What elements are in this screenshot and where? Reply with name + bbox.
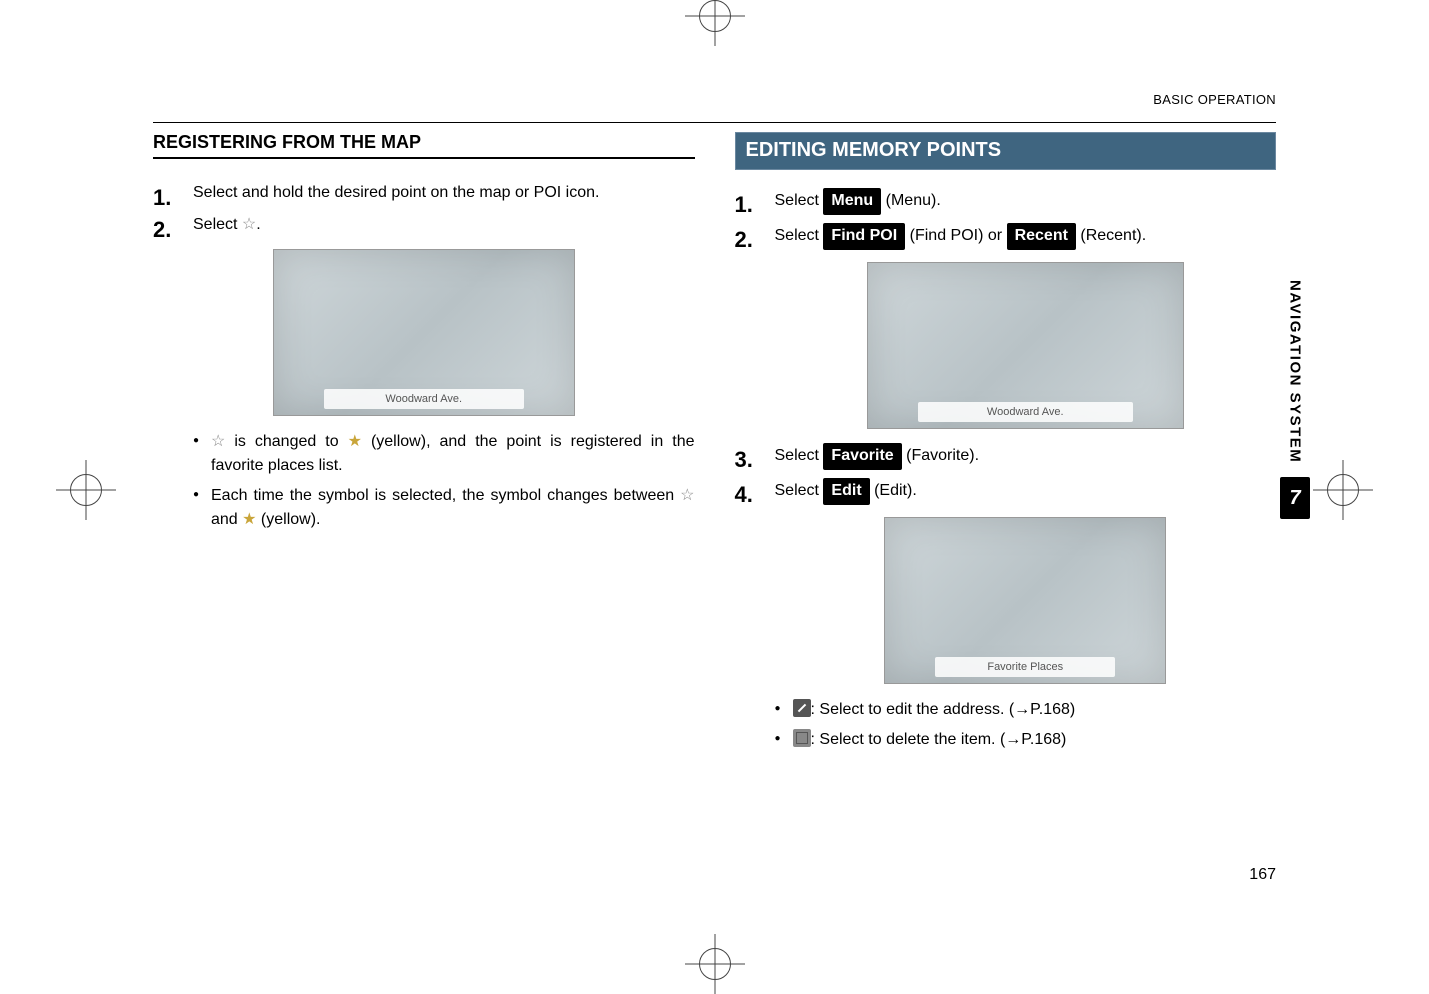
favorite-places-title: Favorite Places [935,657,1115,677]
crop-mark-top [685,0,745,32]
right-bullet-delete: : Select to delete the item. (→P.168) [775,728,1277,752]
right-step-2: Select Find POI (Find POI) or Recent (Re… [735,223,1277,429]
star-outline-icon: ☆ [242,217,256,233]
running-title: BASIC OPERATION [1153,92,1276,107]
left-column: REGISTERING FROM THE MAP Select and hold… [153,132,695,758]
right-section-heading: EDITING MEMORY POINTS [735,132,1277,170]
running-header: BASIC OPERATION [153,92,1276,123]
left-steps: Select and hold the desired point on the… [153,181,695,237]
favorite-places-screenshot: Favorite Places [884,517,1166,684]
page-number: 167 [1249,866,1276,884]
right-map-caption: Woodward Ave. [918,402,1133,422]
favorite-chip: Favorite [823,443,901,470]
left-step-2: Select ☆. [153,213,695,237]
left-subheading: REGISTERING FROM THE MAP [153,132,695,159]
right-map-screenshot: Woodward Ave. [867,262,1184,429]
crop-mark-left [70,474,102,506]
crop-mark-right [1327,474,1359,506]
right-step-1: Select Menu (Menu). [735,188,1277,215]
crop-mark-bottom [685,948,745,980]
left-bullet-1: ☆ is changed to ★ (yellow), and the poin… [193,430,695,478]
right-bullets: : Select to edit the address. (→P.168) :… [735,698,1277,752]
left-step-1: Select and hold the desired point on the… [153,181,695,205]
star-outline-icon: ☆ [211,434,225,450]
pencil-icon [793,699,811,717]
right-bullet-edit: : Select to edit the address. (→P.168) [775,698,1277,722]
page: BASIC OPERATION REGISTERING FROM THE MAP… [0,0,1429,980]
find-poi-chip: Find POI [823,223,905,250]
trash-icon [793,729,811,747]
side-tab-number: 7 [1280,477,1310,519]
right-steps: Select Menu (Menu). Select Find POI (Fin… [735,188,1277,684]
right-step-3: Select Favorite (Favorite). [735,443,1277,470]
content-columns: REGISTERING FROM THE MAP Select and hold… [153,132,1276,758]
left-map-caption: Woodward Ave. [324,389,524,409]
left-bullet-2: Each time the symbol is selected, the sy… [193,484,695,532]
edit-chip: Edit [823,478,869,505]
menu-chip: Menu [823,188,881,215]
side-tab: NAVIGATION SYSTEM 7 [1280,280,1310,519]
left-map-screenshot: Woodward Ave. [273,249,575,416]
recent-chip: Recent [1007,223,1076,250]
left-bullets: ☆ is changed to ★ (yellow), and the poin… [153,430,695,532]
star-outline-icon: ☆ [680,488,694,504]
right-step-4: Select Edit (Edit). Favorite Places [735,478,1277,684]
star-filled-icon: ★ [242,512,256,528]
side-tab-label: NAVIGATION SYSTEM [1287,280,1304,463]
star-filled-icon: ★ [348,434,362,450]
right-column: EDITING MEMORY POINTS Select Menu (Menu)… [735,132,1277,758]
